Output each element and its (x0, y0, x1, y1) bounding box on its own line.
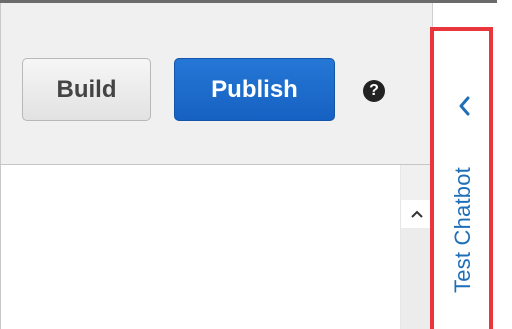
test-chatbot-highlight (430, 27, 493, 329)
content-area (0, 165, 432, 329)
publish-button[interactable]: Publish (174, 58, 335, 121)
help-icon-glyph: ? (369, 82, 379, 99)
chevron-up-icon (411, 210, 423, 218)
toolbar: Build Publish ? (0, 3, 432, 165)
build-button-label: Build (56, 75, 117, 103)
lex-console-page: Build Publish ? Test Chatbot (0, 0, 512, 329)
publish-button-label: Publish (211, 75, 298, 103)
build-button[interactable]: Build (22, 58, 151, 121)
scroll-track[interactable] (401, 228, 433, 329)
scroll-up-button[interactable] (401, 200, 433, 228)
vertical-scrollbar[interactable] (400, 165, 433, 329)
help-icon[interactable]: ? (363, 80, 385, 102)
